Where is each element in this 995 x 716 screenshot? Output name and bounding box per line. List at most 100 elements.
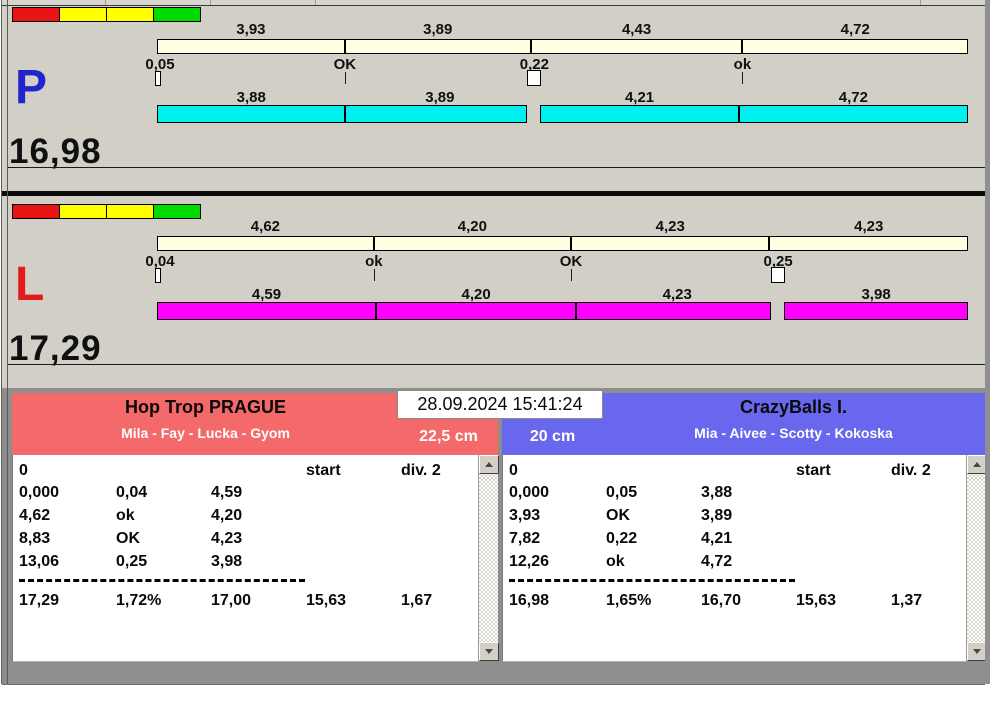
lower-split-label: 4,21 [624, 89, 655, 106]
upper-split-label: 3,89 [423, 21, 453, 38]
lower-split-label: 3,88 [236, 89, 266, 106]
scroll-up-icon [973, 462, 981, 467]
lane-divider-line [8, 167, 985, 168]
window-right-edge [985, 0, 990, 684]
table-cell: 8,83 [19, 530, 51, 547]
top-strip-tick [315, 0, 316, 5]
table-cell: 3,88 [701, 484, 733, 501]
marker-label: OK [333, 56, 357, 73]
window-left-border [1, 0, 2, 684]
lower-split-label: 4,23 [662, 286, 692, 303]
lane-divider-bar [2, 191, 985, 196]
totals-separator [19, 579, 305, 582]
upper-split-label: 4,62 [250, 218, 281, 235]
right-table-scrollbar[interactable] [966, 455, 987, 661]
status-colorbar [12, 7, 201, 25]
start-marker [155, 71, 161, 86]
scroll-down-icon [485, 649, 493, 654]
exchange-tick [742, 72, 744, 84]
lower-split-label: 4,72 [838, 89, 868, 106]
table-cell: 1,72% [116, 592, 162, 609]
upper-split-label: 3,93 [236, 21, 266, 38]
scroll-up-button[interactable] [479, 455, 499, 474]
table-cell: 0,25 [116, 553, 148, 570]
table-cell: ok [606, 553, 625, 570]
team-left-members: Mila - Fay - Lucka - Gyom [121, 425, 290, 441]
upper-split-label: 4,72 [840, 21, 870, 38]
team-right-size: 20 cm [529, 428, 576, 445]
lower-split-bar-segment [784, 302, 968, 320]
top-strip-tick [105, 0, 106, 5]
table-cell: 1,67 [401, 592, 433, 609]
lane-letter: L [15, 258, 45, 311]
lane-total-time: 17,29 [9, 329, 102, 368]
status-colorbar-segment [106, 7, 154, 22]
team-left-name: Hop Trop PRAGUE [125, 397, 286, 417]
table-cell: ok [116, 507, 135, 524]
table-cell: 0,000 [19, 484, 60, 501]
table-cell: 15,63 [796, 592, 837, 609]
table-cell: 0,000 [509, 484, 550, 501]
table-cell: 13,06 [19, 553, 60, 570]
lower-split-bar-segment [576, 302, 772, 320]
lane-panel-p: P 16,98 3,93 3,89 4,43 4,72 3,88 3,89 4,21 4,72 0,… [0, 6, 990, 169]
upper-bar-tick [343, 39, 346, 54]
upper-split-label: 4,20 [457, 218, 487, 235]
exchange-tick [344, 72, 346, 84]
datetime-display: 28.09.2024 15:41:24 [397, 390, 603, 419]
table-cell: 4,59 [211, 484, 243, 501]
team-right-members: Mia - Aivee - Scotty - Kokoska [694, 425, 893, 441]
table-cell: OK [116, 530, 140, 547]
table-cell: 4,21 [701, 530, 733, 547]
table-cell: 17,29 [19, 592, 60, 609]
lower-split-bar-segment [345, 105, 528, 123]
upper-split-label: 4,43 [621, 21, 652, 38]
status-colorbar-segment [153, 204, 201, 219]
lower-split-bar-segment [157, 302, 376, 320]
upper-split-bar [157, 236, 968, 251]
table-cell: 12,26 [509, 553, 550, 570]
table-cell: 16,70 [701, 592, 742, 609]
status-colorbar-segment [59, 204, 107, 219]
table-cell: 1,37 [891, 592, 923, 609]
table-cell: 4,72 [701, 553, 733, 570]
marker-label: ok [733, 56, 752, 73]
table-cell: start [306, 462, 341, 479]
table-cell: 0 [509, 462, 518, 479]
upper-split-label: 4,23 [655, 218, 685, 235]
upper-bar-tick [741, 39, 744, 54]
table-cell: 4,20 [211, 507, 243, 524]
status-colorbar-segment [12, 204, 60, 219]
lower-split-bar-segment [540, 105, 739, 123]
table-cell: start [796, 462, 831, 479]
table-cell: 4,62 [19, 507, 51, 524]
scroll-up-button[interactable] [967, 455, 987, 474]
upper-bar-tick [372, 236, 375, 251]
exchange-tick [373, 269, 375, 281]
exchange-checkbox[interactable] [527, 70, 542, 86]
table-cell: 0,22 [606, 530, 638, 547]
status-colorbar [12, 204, 201, 222]
table-cell: 0 [19, 462, 28, 479]
lower-split-bar-segment [738, 105, 968, 123]
lane-letter: P [15, 61, 48, 114]
left-table-scrollbar[interactable] [478, 455, 499, 661]
status-colorbar-segment [12, 7, 60, 22]
table-cell: 3,98 [211, 553, 243, 570]
status-colorbar-segment [59, 7, 107, 22]
table-cell: 7,82 [509, 530, 541, 547]
table-cell: 15,63 [306, 592, 347, 609]
table-cell: div. 2 [891, 462, 931, 479]
upper-split-label: 4,23 [854, 218, 884, 235]
exchange-checkbox[interactable] [771, 267, 786, 283]
table-cell: div. 2 [401, 462, 441, 479]
lane-panel-l: L 17,29 4,62 4,20 4,23 4,23 4,59 4,20 4,23 3,98 0,… [0, 203, 990, 368]
start-marker [155, 268, 161, 283]
lower-split-bar-segment [157, 105, 346, 123]
scroll-down-button[interactable] [967, 642, 987, 661]
lower-split-label: 4,59 [251, 286, 282, 303]
lower-split-bar-segment [375, 302, 577, 320]
table-cell: OK [606, 507, 630, 524]
scroll-down-button[interactable] [479, 642, 499, 661]
lane-divider-line [8, 364, 985, 365]
